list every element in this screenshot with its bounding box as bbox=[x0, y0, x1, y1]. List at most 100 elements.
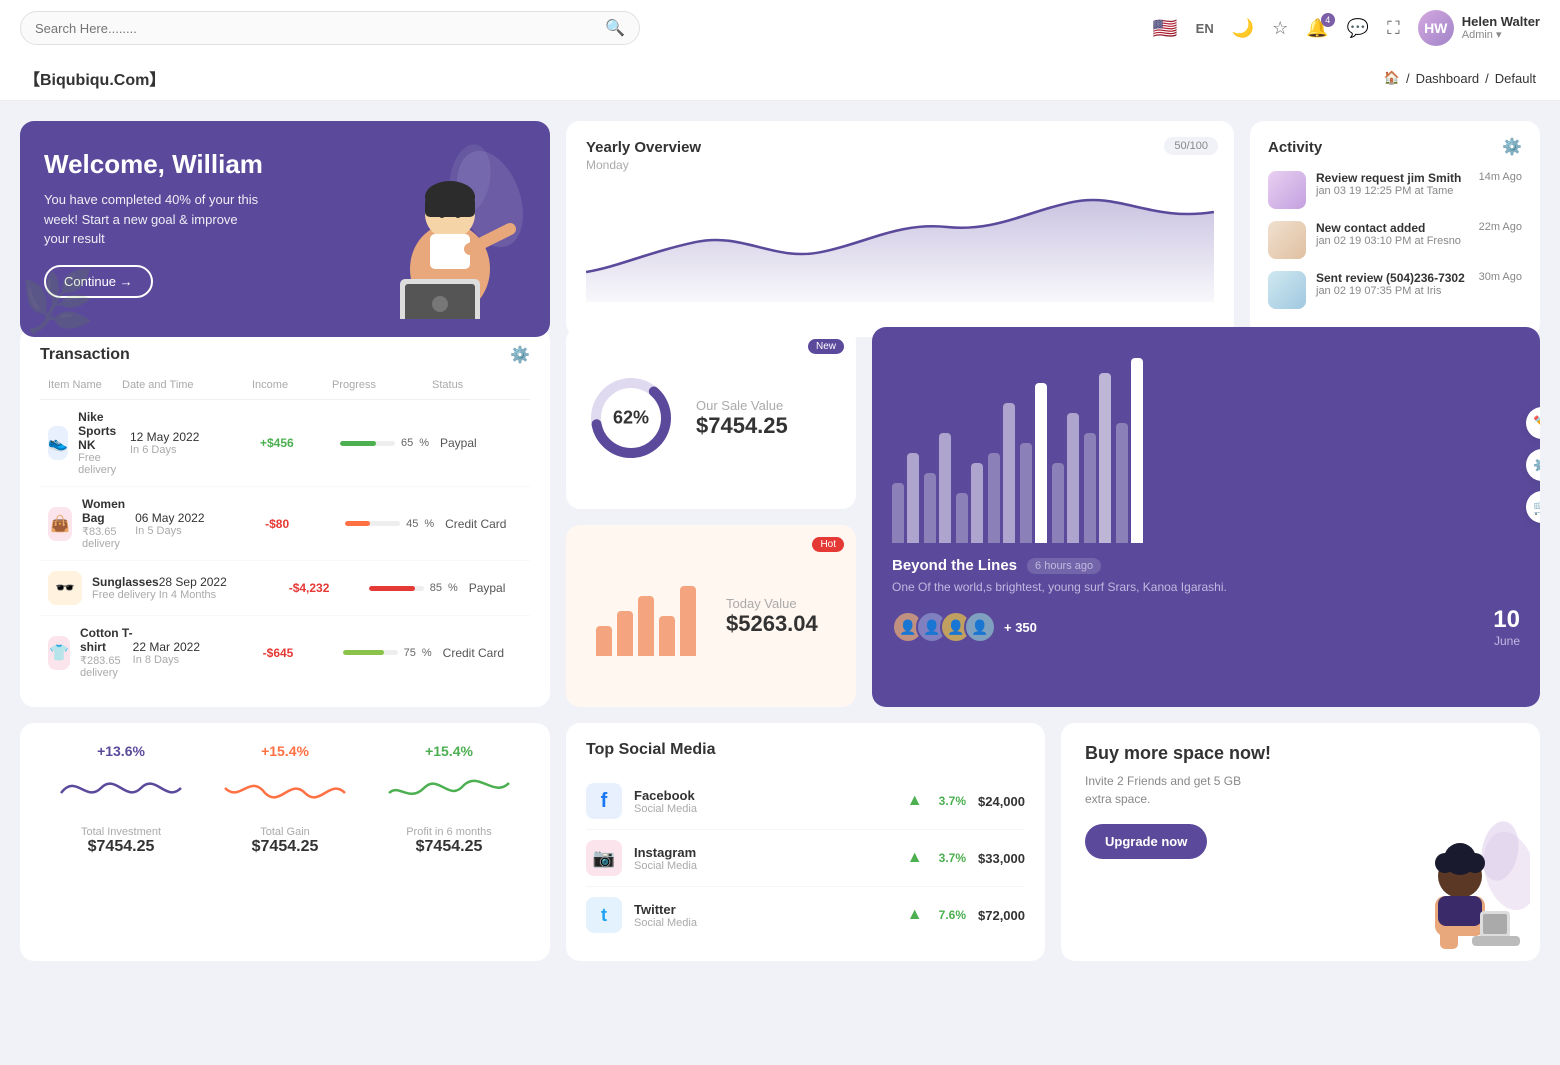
avatars: 👤 👤 👤 👤 bbox=[892, 611, 996, 643]
bar bbox=[988, 453, 1000, 543]
activity-desc-1: jan 02 19 03:10 PM at Fresno bbox=[1316, 235, 1469, 247]
search-icon: 🔍 bbox=[605, 18, 625, 38]
progress-fill-1 bbox=[345, 521, 370, 526]
side-icon-cart[interactable]: 🛒 bbox=[1526, 491, 1540, 523]
activity-title-1: New contact added bbox=[1316, 221, 1469, 235]
bar-group-4 bbox=[988, 403, 1015, 543]
wave-2 bbox=[372, 763, 526, 813]
item-progress-1: 45% bbox=[345, 518, 445, 530]
bar bbox=[907, 453, 919, 543]
social-info-facebook: Facebook Social Media bbox=[634, 788, 895, 815]
today-bar-chart bbox=[586, 576, 706, 656]
today-value: $5263.04 bbox=[726, 611, 818, 637]
activity-title-0: Review request jim Smith bbox=[1316, 171, 1469, 185]
item-info-0: 👟 Nike Sports NK Free delivery bbox=[48, 410, 130, 476]
bar bbox=[892, 483, 904, 543]
row2: Transaction ⚙️ Item Name Date and Time I… bbox=[20, 327, 1540, 707]
mini-stat-1: +15.4% Total Gain $7454.25 bbox=[208, 743, 362, 941]
table-row: 👟 Nike Sports NK Free delivery 12 May 20… bbox=[40, 400, 530, 487]
user-name: Helen Walter bbox=[1462, 14, 1540, 30]
buy-desc: Invite 2 Friends and get 5 GB extra spac… bbox=[1085, 772, 1265, 808]
bar-group-1 bbox=[892, 453, 919, 543]
activity-time-2: 30m Ago bbox=[1479, 271, 1522, 283]
bar bbox=[1052, 463, 1064, 543]
bar bbox=[1020, 443, 1032, 543]
mini-stat-2: +15.4% Profit in 6 months $7454.25 bbox=[372, 743, 526, 941]
transaction-gear-icon[interactable]: ⚙️ bbox=[510, 345, 530, 365]
item-progress-3: 75% bbox=[343, 647, 443, 659]
item-details-2: Sunglasses Free delivery bbox=[92, 575, 159, 601]
side-icon-gear[interactable]: ⚙️ bbox=[1526, 449, 1540, 481]
hot-badge: Hot bbox=[812, 537, 844, 552]
bar-4 bbox=[659, 616, 675, 656]
side-icon-edit[interactable]: ✏️ bbox=[1526, 407, 1540, 439]
table-row: 👜 Women Bag ₹83.65 delivery 06 May 2022 … bbox=[40, 487, 530, 561]
col-date-time: Date and Time bbox=[122, 379, 252, 391]
item-icon-2: 🕶️ bbox=[48, 571, 82, 605]
activity-gear-icon[interactable]: ⚙️ bbox=[1502, 137, 1522, 157]
item-info-3: 👕 Cotton T-shirt ₹283.65 delivery bbox=[48, 626, 133, 679]
date-month: June bbox=[1493, 634, 1520, 648]
activity-item-1: New contact added jan 02 19 03:10 PM at … bbox=[1268, 221, 1522, 259]
breadcrumb-bar: 【Biqubiqu.Com】 🏠 / Dashboard / Default bbox=[0, 56, 1560, 101]
expand-icon[interactable]: ⛶ bbox=[1387, 18, 1400, 39]
item-info-2: 🕶️ Sunglasses Free delivery bbox=[48, 571, 159, 605]
bar bbox=[1003, 403, 1015, 543]
bar-group-7 bbox=[1084, 373, 1111, 543]
social-title: Top Social Media bbox=[586, 741, 716, 759]
search-input[interactable] bbox=[35, 21, 597, 36]
bar bbox=[1131, 358, 1143, 543]
user-role: Admin ▾ bbox=[1462, 29, 1540, 42]
today-value-card: Hot Today Value $5263.04 bbox=[566, 525, 856, 707]
bar-5 bbox=[680, 586, 696, 656]
activity-thumb-0 bbox=[1268, 171, 1306, 209]
activity-item-0: Review request jim Smith jan 03 19 12:25… bbox=[1268, 171, 1522, 209]
activity-body-2: Sent review (504)236-7302 jan 02 19 07:3… bbox=[1316, 271, 1469, 297]
sale-value-card: New 62% Our Sale Value $7454.25 bbox=[566, 327, 856, 509]
lang-label[interactable]: EN bbox=[1196, 21, 1214, 36]
activity-time-1: 22m Ago bbox=[1479, 221, 1522, 233]
upgrade-button[interactable]: Upgrade now bbox=[1085, 824, 1207, 859]
star-icon[interactable]: ☆ bbox=[1272, 18, 1288, 39]
plus-count: + 350 bbox=[1004, 620, 1037, 635]
user-info[interactable]: HW Helen Walter Admin ▾ bbox=[1418, 10, 1540, 46]
search-bar[interactable]: 🔍 bbox=[20, 11, 640, 45]
item-progress-0: 65% bbox=[340, 437, 440, 449]
avatar-4: 👤 bbox=[964, 611, 996, 643]
row3: +13.6% Total Investment $7454.25 +15.4% … bbox=[20, 723, 1540, 961]
message-icon[interactable]: 💬 bbox=[1347, 18, 1369, 39]
sale-value: $7454.25 bbox=[696, 413, 788, 439]
social-item-facebook: f Facebook Social Media ▲ 3.7% $24,000 bbox=[586, 773, 1025, 830]
dark-mode-icon[interactable]: 🌙 bbox=[1232, 18, 1254, 39]
activity-item-2: Sent review (504)236-7302 jan 02 19 07:3… bbox=[1268, 271, 1522, 309]
notification-icon[interactable]: 🔔 4 bbox=[1306, 18, 1328, 39]
progress-fill-0 bbox=[340, 441, 376, 446]
beyond-section: Beyond the Lines 6 hours ago One Of the … bbox=[872, 543, 1540, 662]
bar-3 bbox=[638, 596, 654, 656]
leaf-decoration: 🌿 bbox=[20, 266, 95, 337]
bar bbox=[971, 463, 983, 543]
social-info-instagram: Instagram Social Media bbox=[634, 845, 895, 872]
bar-group-2 bbox=[924, 433, 951, 543]
breadcrumb-dashboard[interactable]: Dashboard bbox=[1416, 71, 1480, 86]
flag-icon: 🇺🇸 bbox=[1153, 16, 1178, 41]
activity-body-0: Review request jim Smith jan 03 19 12:25… bbox=[1316, 171, 1469, 197]
yearly-subtitle: Monday bbox=[586, 158, 1214, 172]
nav-right: 🇺🇸 EN 🌙 ☆ 🔔 4 💬 ⛶ HW Helen Walter Admin … bbox=[1153, 10, 1540, 46]
wave-0 bbox=[44, 763, 198, 813]
home-icon[interactable]: 🏠 bbox=[1384, 70, 1400, 86]
social-item-twitter: t Twitter Social Media ▲ 7.6% $72,000 bbox=[586, 887, 1025, 943]
new-badge: New bbox=[808, 339, 844, 354]
date-num: 10 bbox=[1493, 606, 1520, 634]
table-header: Item Name Date and Time Income Progress … bbox=[40, 379, 530, 400]
mini-label-2: Profit in 6 months bbox=[372, 826, 526, 838]
item-status-1: Credit Card bbox=[445, 517, 535, 531]
buy-illustration-svg bbox=[1390, 821, 1530, 961]
item-date-3: 22 Mar 2022 In 8 Days bbox=[133, 640, 263, 666]
mini-stat-0: +13.6% Total Investment $7454.25 bbox=[44, 743, 198, 941]
wave-1 bbox=[208, 763, 362, 813]
item-income-3: -$645 bbox=[263, 646, 343, 660]
main-content: Welcome, William You have completed 40% … bbox=[0, 101, 1560, 981]
yearly-badge: 50/100 bbox=[1164, 137, 1218, 155]
item-icon-1: 👜 bbox=[48, 507, 72, 541]
